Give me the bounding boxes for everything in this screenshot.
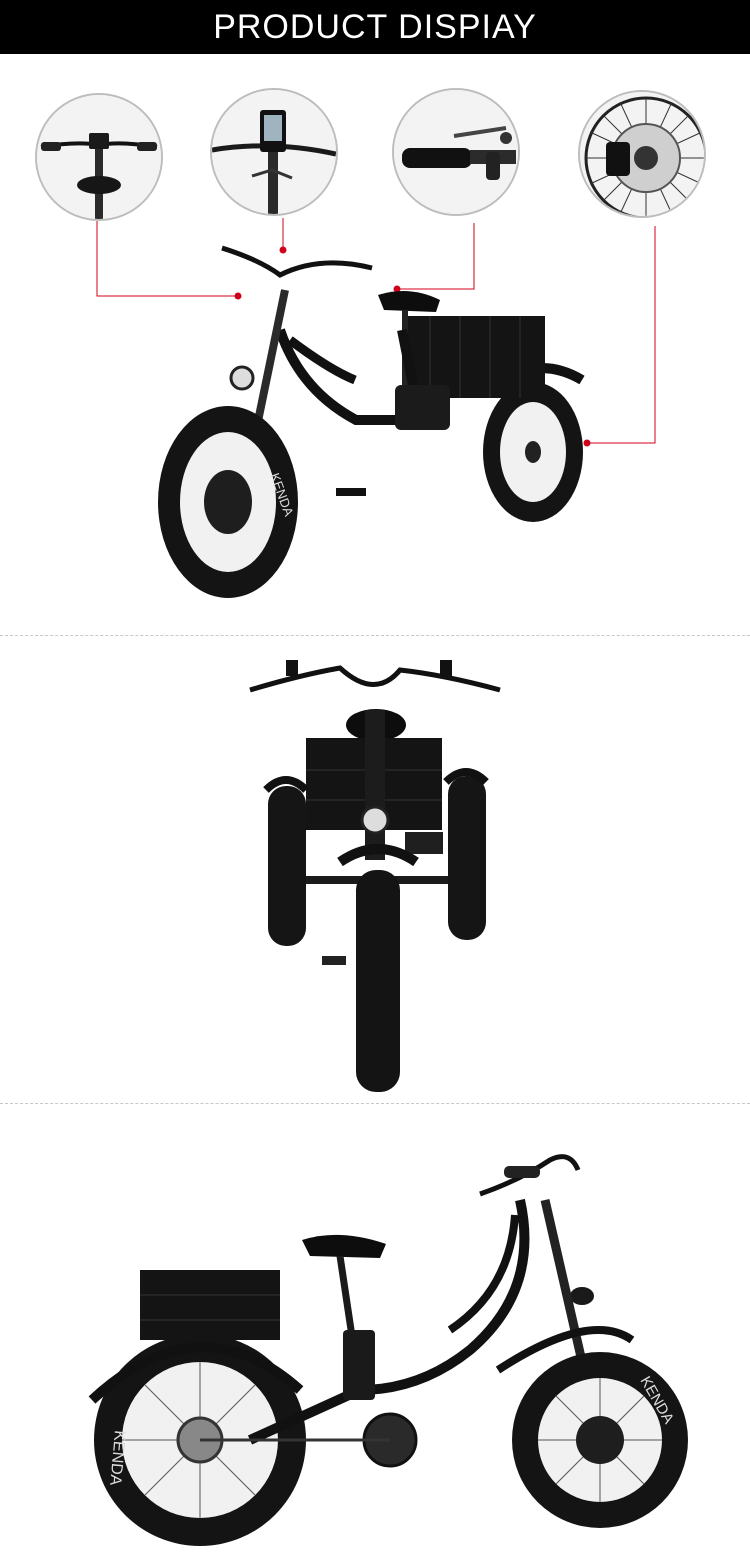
- tricycle-front-view: [249, 660, 501, 1092]
- section-divider: [0, 635, 750, 636]
- tricycle-side-view: KENDA KENDA: [88, 1154, 688, 1546]
- tricycle-angle-view: KENDA: [158, 245, 585, 598]
- section-divider: [0, 1103, 750, 1104]
